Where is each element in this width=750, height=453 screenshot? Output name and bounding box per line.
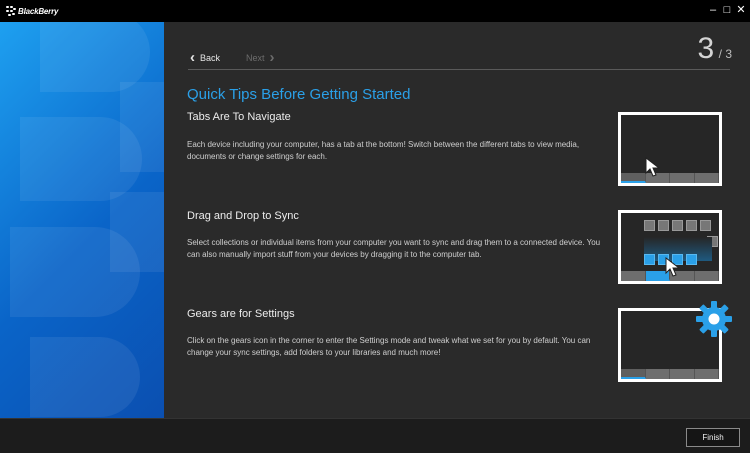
section-body-sync: Select collections or individual items f… [187, 238, 601, 259]
chevron-left-icon: ‹ [190, 49, 195, 66]
page-title: Quick Tips Before Getting Started [187, 86, 411, 103]
tips-content: ‹ Back Next › 3 / 3 Quick Tips Before Ge… [164, 22, 750, 418]
app-name: BlackBerry [18, 6, 59, 16]
section-title-settings: Gears are for Settings [187, 308, 295, 320]
blackberry-logo-icon [6, 6, 16, 16]
section-title-tabs: Tabs Are To Navigate [187, 111, 291, 123]
next-button[interactable]: Next › [246, 49, 275, 66]
back-label: Back [200, 53, 221, 63]
cursor-icon [645, 157, 661, 177]
divider [188, 69, 730, 70]
brand-banner [0, 22, 164, 418]
page-indicator: 3 / 3 [698, 32, 732, 66]
section-body-tabs: Each device including your computer, has… [187, 140, 580, 161]
title-bar[interactable]: BlackBerry – □ ✕ [0, 0, 750, 22]
blackberry-watermark-icon [10, 22, 164, 417]
section-body-settings: Click on the gears icon in the corner to… [187, 336, 591, 357]
tab-bar-illustration [621, 369, 719, 379]
tabs-illustration [618, 112, 722, 186]
wizard-nav: ‹ Back Next › [190, 50, 275, 66]
back-button[interactable]: ‹ Back [190, 49, 221, 66]
chevron-right-icon: › [269, 49, 275, 66]
minimize-button[interactable]: – [706, 3, 720, 17]
app-window: BlackBerry – □ ✕ ‹ Back Next › 3 / 3 Qui… [0, 0, 750, 453]
blackberry-logo: BlackBerry [6, 4, 58, 18]
page-total: / 3 [718, 47, 732, 61]
cursor-icon [665, 257, 681, 277]
maximize-button[interactable]: □ [720, 3, 734, 17]
next-label: Next [246, 53, 265, 63]
finish-button[interactable]: Finish [686, 428, 740, 447]
tab-bar-illustration [621, 173, 719, 183]
gear-icon [696, 301, 732, 337]
footer-bar: Finish [0, 418, 750, 453]
close-button[interactable]: ✕ [734, 3, 748, 17]
sync-illustration [618, 210, 722, 284]
section-title-sync: Drag and Drop to Sync [187, 210, 299, 222]
page-current: 3 [697, 32, 715, 65]
